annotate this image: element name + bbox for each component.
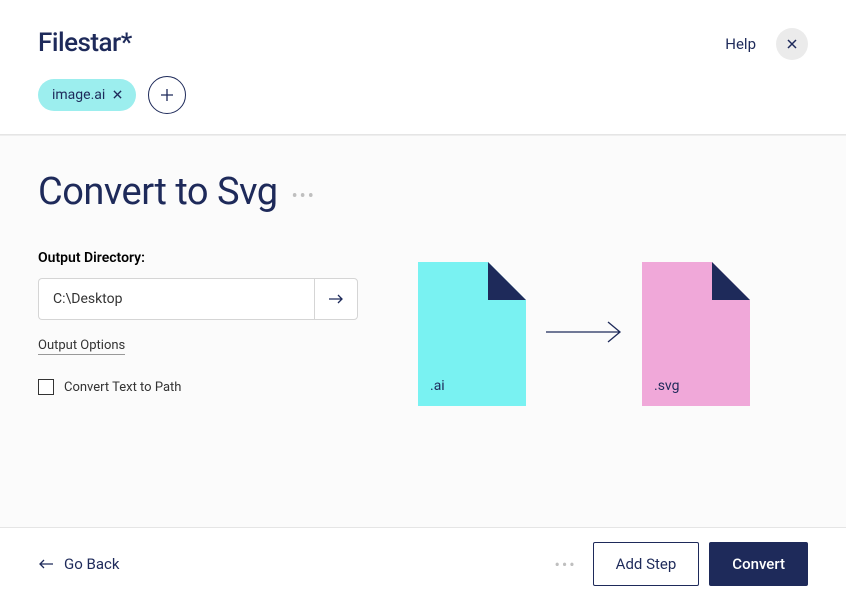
main-panel: Convert to Svg ••• Output Directory: Out… — [0, 135, 846, 555]
title-more-icon[interactable]: ••• — [292, 178, 316, 207]
target-ext-label: .svg — [654, 378, 679, 394]
add-file-button[interactable] — [148, 76, 186, 114]
file-chip-remove-icon[interactable] — [113, 87, 122, 103]
output-dir-label: Output Directory: — [38, 250, 358, 266]
output-dir-group — [38, 278, 358, 320]
close-button[interactable] — [776, 28, 808, 60]
go-back-button[interactable]: Go Back — [38, 555, 119, 573]
footer-right: ••• Add Step Convert — [554, 542, 808, 586]
file-chip-row: image.ai — [0, 76, 846, 134]
arrow-right-icon — [544, 320, 624, 348]
help-link[interactable]: Help — [725, 35, 756, 53]
source-ext-label: .ai — [430, 378, 445, 394]
conversion-illustration: .ai .svg — [418, 250, 750, 406]
file-chip[interactable]: image.ai — [38, 79, 136, 111]
form-section: Output Directory: Output Options Convert… — [38, 250, 358, 406]
content-row: Output Directory: Output Options Convert… — [38, 250, 808, 406]
title-row: Convert to Svg ••• — [38, 170, 808, 214]
plus-icon — [160, 88, 174, 102]
file-chip-label: image.ai — [52, 87, 105, 103]
arrow-left-icon — [38, 558, 54, 570]
convert-button[interactable]: Convert — [709, 542, 808, 586]
page-title: Convert to Svg — [38, 170, 278, 214]
header-right: Help — [725, 28, 808, 60]
output-dir-input[interactable] — [38, 278, 314, 320]
source-file-icon: .ai — [418, 262, 526, 406]
add-step-button[interactable]: Add Step — [593, 542, 700, 586]
footer: Go Back ••• Add Step Convert — [0, 527, 846, 600]
footer-more-icon[interactable]: ••• — [554, 555, 576, 574]
convert-text-checkbox[interactable] — [38, 379, 54, 395]
close-icon — [787, 39, 797, 49]
app-logo: Filestar* — [38, 28, 132, 58]
arrow-right-icon — [328, 293, 344, 305]
target-file-icon: .svg — [642, 262, 750, 406]
go-back-label: Go Back — [64, 555, 119, 573]
output-options-link[interactable]: Output Options — [38, 338, 125, 355]
header: Filestar* Help — [0, 0, 846, 76]
browse-dir-button[interactable] — [314, 278, 358, 320]
convert-text-label: Convert Text to Path — [64, 380, 181, 395]
convert-text-checkbox-row[interactable]: Convert Text to Path — [38, 379, 358, 395]
